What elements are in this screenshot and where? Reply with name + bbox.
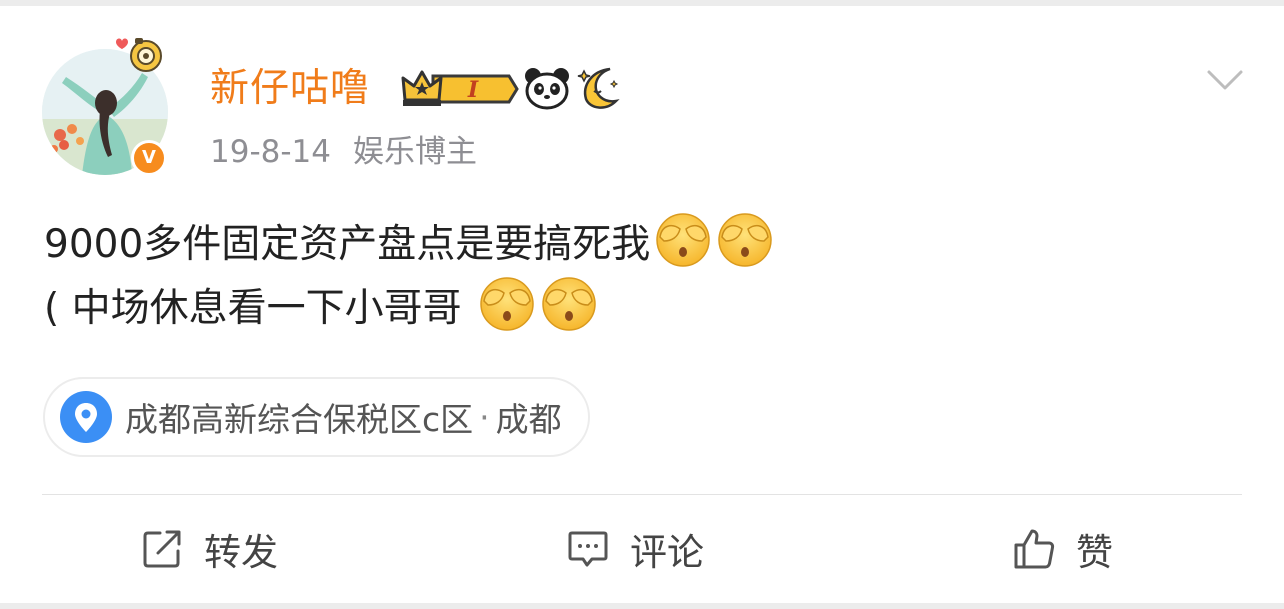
- post-meta: 19-8-14 娱乐博主: [210, 131, 477, 173]
- location-tag[interactable]: 成都高新综合保税区c区 · 成都: [43, 377, 590, 457]
- repost-label: 转发: [204, 531, 278, 574]
- cover-face-emoji: [718, 213, 773, 267]
- location-name: 成都高新综合保税区c区: [125, 400, 474, 439]
- repost-button[interactable]: 转发: [140, 522, 278, 576]
- content-line-2: ( 中场休息看一下小哥哥: [44, 275, 1234, 339]
- post-content: 9000多件固定资产盘点是要搞死我 ( 中场休息看一下小哥哥: [44, 211, 1234, 339]
- cover-face-emoji: [480, 277, 534, 331]
- like-label: 赞: [1076, 531, 1113, 574]
- weibo-post-card: V 新仔咕噜 I 19-8-14 娱乐博主 9000多件固定资产盘点是要搞死我 (…: [0, 6, 1284, 603]
- avatar-pendant-icon: [116, 38, 162, 72]
- location-pin-icon: [60, 391, 112, 443]
- chevron-down-icon[interactable]: [1206, 68, 1244, 94]
- cover-face-emoji: [656, 213, 711, 267]
- cover-face-emoji: [542, 277, 596, 331]
- username[interactable]: 新仔咕噜: [210, 64, 370, 114]
- like-button[interactable]: 赞: [1012, 522, 1113, 576]
- user-identity: 娱乐博主: [353, 134, 477, 170]
- content-text-2: ( 中场休息看一下小哥哥: [44, 286, 475, 331]
- sleepy-moon-icon[interactable]: [574, 63, 622, 111]
- repost-icon: [143, 530, 181, 568]
- verified-badge: V: [131, 140, 167, 176]
- thumbs-up-icon: [1014, 529, 1055, 569]
- location-city: 成都: [495, 400, 562, 439]
- content-line-1: 9000多件固定资产盘点是要搞死我: [44, 211, 1234, 275]
- panda-icon[interactable]: [523, 64, 571, 112]
- post-time: 19-8-14: [210, 134, 331, 170]
- action-divider: [42, 494, 1242, 495]
- comment-label: 评论: [630, 531, 704, 574]
- comment-button[interactable]: 评论: [566, 522, 704, 576]
- comment-icon: [568, 531, 608, 567]
- crown-level-icon[interactable]: I: [399, 66, 519, 112]
- location-separator: ·: [479, 397, 490, 437]
- content-text-1: 9000多件固定资产盘点是要搞死我: [44, 222, 651, 267]
- level-number: I: [467, 77, 479, 103]
